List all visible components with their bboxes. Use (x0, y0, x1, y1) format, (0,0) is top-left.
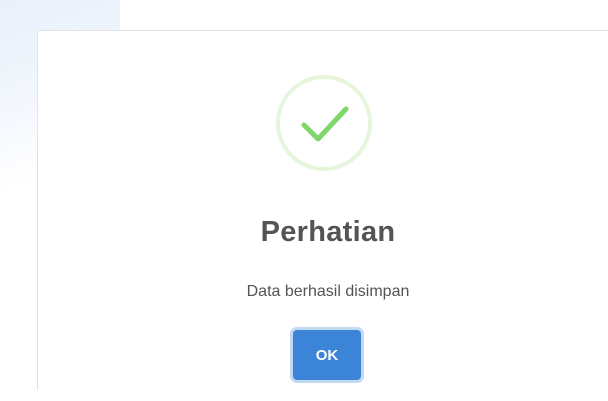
dialog-message: Data berhasil disimpan (246, 283, 410, 300)
checkmark-success-icon (301, 106, 349, 142)
dialog-title: Perhatian (260, 216, 396, 248)
alert-dialog: Perhatian Data berhasil disimpan OK (37, 30, 608, 390)
ok-button[interactable]: OK (293, 330, 361, 380)
success-icon-ring (276, 75, 372, 171)
